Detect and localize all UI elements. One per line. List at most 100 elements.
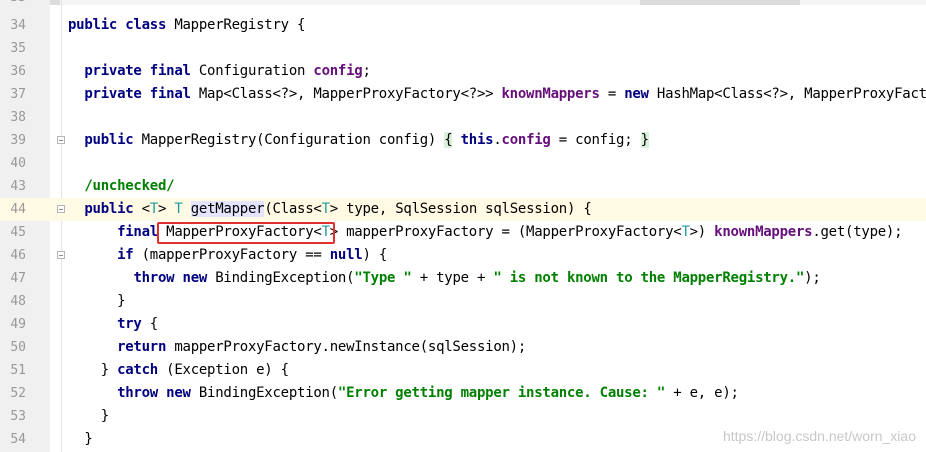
code-token: } xyxy=(68,431,93,447)
code-token: " is not known to the MapperRegistry." xyxy=(493,270,805,286)
code-token: T xyxy=(681,224,690,240)
code-token: /unchecked/ xyxy=(84,178,175,194)
code-token: ); xyxy=(804,270,821,286)
code-token: null xyxy=(329,247,363,263)
code-token: = xyxy=(599,86,625,102)
code-line[interactable]: 52 throw new BindingException("Error get… xyxy=(0,382,926,405)
line-number: 46 xyxy=(10,248,26,263)
line-number: 48 xyxy=(10,294,26,309)
code-token: (Class< xyxy=(264,201,322,217)
line-number: 52 xyxy=(10,386,26,401)
code-line[interactable]: 49 try { xyxy=(0,313,926,336)
code-text: try { xyxy=(68,313,158,336)
code-token: "Type " xyxy=(354,270,412,286)
code-token: catch xyxy=(117,362,167,378)
annotation-highlight-box xyxy=(157,222,335,244)
code-token: knownMappers xyxy=(714,224,813,240)
code-token: Configuration xyxy=(198,63,314,79)
code-token: > xyxy=(158,201,175,217)
code-line[interactable]: 53 } xyxy=(0,405,926,428)
code-token: new xyxy=(624,86,657,102)
code-text: } xyxy=(68,405,109,428)
line-number: 36 xyxy=(10,64,26,79)
line-number: 53 xyxy=(10,409,26,424)
code-token: this xyxy=(460,132,494,148)
watermark: https://blog.csdn.net/worn_xiao xyxy=(722,428,916,444)
line-number: 51 xyxy=(10,363,26,378)
line-number-partial: 33 xyxy=(0,0,26,9)
code-token: T xyxy=(321,201,330,217)
code-text: /unchecked/ xyxy=(68,175,174,198)
line-number: 35 xyxy=(10,41,26,56)
line-number: 40 xyxy=(10,156,26,171)
code-text: return mapperProxyFactory.newInstance(sq… xyxy=(68,336,526,359)
code-line[interactable]: 35 xyxy=(0,37,926,60)
code-line[interactable]: 39 public MapperRegistry(Configuration c… xyxy=(0,129,926,152)
code-text: private final Map<Class<?>, MapperProxyF… xyxy=(68,83,926,106)
code-line[interactable]: 37 private final Map<Class<?>, MapperPro… xyxy=(0,83,926,106)
code-token: MapperRegistry { xyxy=(174,17,306,33)
code-token: + type + xyxy=(411,270,494,286)
code-line[interactable]: 48 } xyxy=(0,290,926,313)
code-token: config xyxy=(501,132,551,148)
code-token: + e, e); xyxy=(665,385,739,401)
code-line[interactable]: 45 final MapperProxyFactory<T> mapperPro… xyxy=(0,221,926,244)
code-token: T xyxy=(174,201,191,217)
code-token: throw new xyxy=(117,385,199,401)
code-line[interactable]: 34 public class MapperRegistry { xyxy=(0,14,926,37)
code-token: HashMap<Class<?>, MapperProxyFactory xyxy=(656,86,926,102)
code-editor[interactable]: 34 public class MapperRegistry { 35 36 priv… xyxy=(0,0,926,452)
code-token: public xyxy=(84,132,142,148)
code-token: return xyxy=(117,339,175,355)
code-token: public xyxy=(84,201,142,217)
code-text: } catch (Exception e) { xyxy=(68,359,289,382)
code-token: < xyxy=(141,201,150,217)
code-token: getMapper xyxy=(190,201,265,217)
code-text: private final Configuration config; xyxy=(68,60,371,83)
code-line[interactable]: 43 /unchecked/ xyxy=(0,175,926,198)
code-text: public class MapperRegistry { xyxy=(68,14,305,37)
code-text: public MapperRegistry(Configuration conf… xyxy=(68,129,649,152)
code-line[interactable]: 38 xyxy=(0,106,926,129)
fold-toggle-icon[interactable] xyxy=(57,136,65,144)
code-token: } xyxy=(68,408,109,424)
code-line[interactable]: 40 xyxy=(0,152,926,175)
fold-toggle-icon[interactable] xyxy=(57,205,65,213)
code-token: BindingException( xyxy=(215,270,355,286)
code-line[interactable]: 51 } catch (Exception e) { xyxy=(0,359,926,382)
code-token: if xyxy=(117,247,142,263)
code-token: knownMappers xyxy=(501,86,600,102)
code-line[interactable]: 47 throw new BindingException("Type " + … xyxy=(0,267,926,290)
code-token: } xyxy=(640,132,649,148)
code-token: public class xyxy=(68,17,175,33)
code-token: MapperRegistry(Configuration config) xyxy=(141,132,445,148)
code-line[interactable]: 46 if (mapperProxyFactory == null) { xyxy=(0,244,926,267)
line-number: 44 xyxy=(10,202,26,217)
code-token: mapperProxyFactory.newInstance(sqlSessio… xyxy=(174,339,527,355)
code-token: config xyxy=(313,63,363,79)
code-text: } xyxy=(68,428,93,451)
line-number: 43 xyxy=(10,179,26,194)
code-token: .get(type); xyxy=(812,224,903,240)
code-text: throw new BindingException("Error gettin… xyxy=(68,382,739,405)
code-line[interactable]: 50 return mapperProxyFactory.newInstance… xyxy=(0,336,926,359)
code-line[interactable]: 36 private final Configuration config; xyxy=(0,60,926,83)
code-line[interactable]: 44 public <T> T getMapper(Class<T> type,… xyxy=(0,198,926,221)
code-token: T xyxy=(149,201,158,217)
code-text: if (mapperProxyFactory == null) { xyxy=(68,244,387,267)
code-token: (mapperProxyFactory == xyxy=(141,247,330,263)
code-text: throw new BindingException("Type " + typ… xyxy=(68,267,821,290)
code-token: } xyxy=(68,293,126,309)
code-token: Map<Class<?>, MapperProxyFactory<?>> xyxy=(198,86,502,102)
line-number: 54 xyxy=(10,432,26,447)
fold-toggle-icon[interactable] xyxy=(57,251,65,259)
line-number: 50 xyxy=(10,340,26,355)
code-token: private final xyxy=(84,63,199,79)
